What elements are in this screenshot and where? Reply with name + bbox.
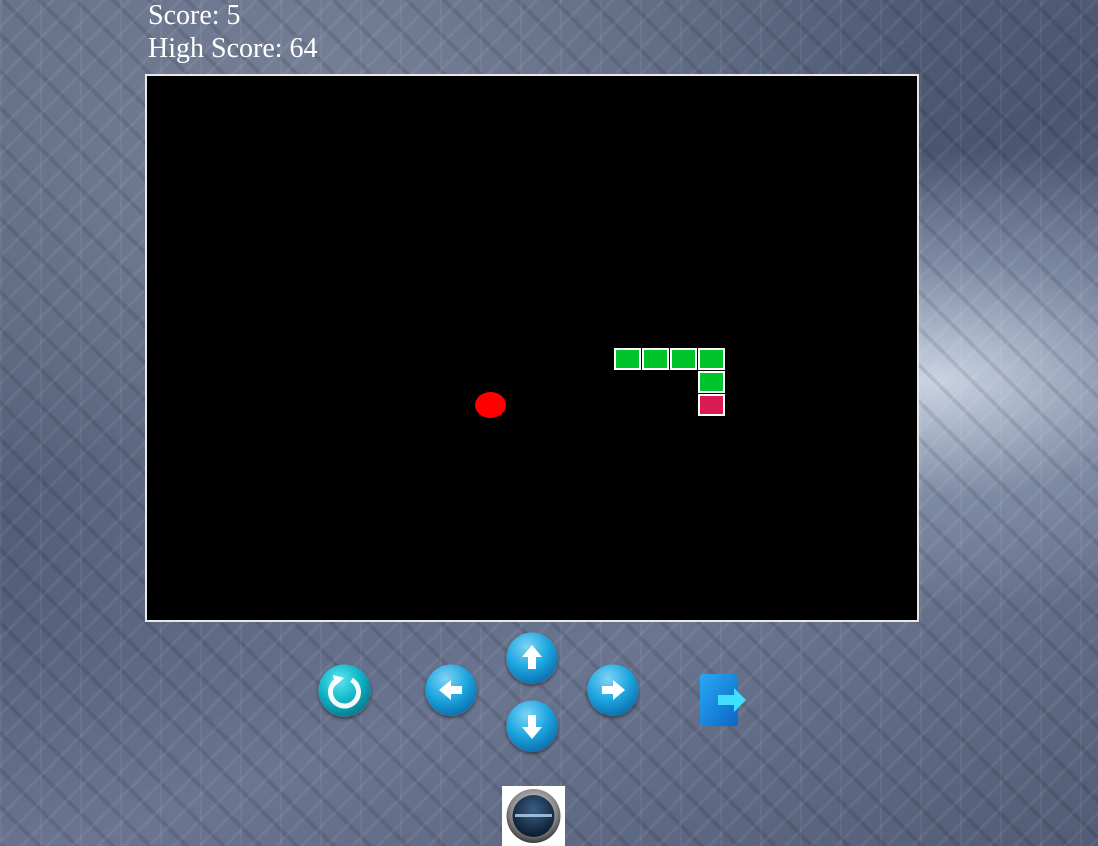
- exit-button[interactable]: [700, 674, 746, 726]
- arrow-up-icon: [506, 632, 558, 684]
- left-button[interactable]: [425, 664, 477, 716]
- exit-icon: [700, 674, 746, 726]
- restart-icon: [318, 664, 371, 717]
- snake-segment: [698, 371, 725, 393]
- snake-segment: [698, 348, 725, 370]
- snake-tail: [698, 394, 725, 416]
- down-button[interactable]: [506, 700, 558, 752]
- arrow-down-icon: [506, 700, 558, 752]
- logo-badge-icon: [506, 789, 561, 843]
- game-board[interactable]: [145, 74, 919, 622]
- logo-badge[interactable]: [502, 786, 565, 846]
- food-apple: [475, 392, 506, 418]
- snake-segment: [642, 348, 669, 370]
- score-label: Score: 5: [148, 0, 241, 31]
- restart-button[interactable]: [318, 664, 371, 717]
- up-button[interactable]: [506, 632, 558, 684]
- high-score-label: High Score: 64: [148, 33, 318, 64]
- arrow-right-icon: [587, 664, 639, 716]
- right-button[interactable]: [587, 664, 639, 716]
- snake-segment: [670, 348, 697, 370]
- arrow-left-icon: [425, 664, 477, 716]
- snake-segment: [614, 348, 641, 370]
